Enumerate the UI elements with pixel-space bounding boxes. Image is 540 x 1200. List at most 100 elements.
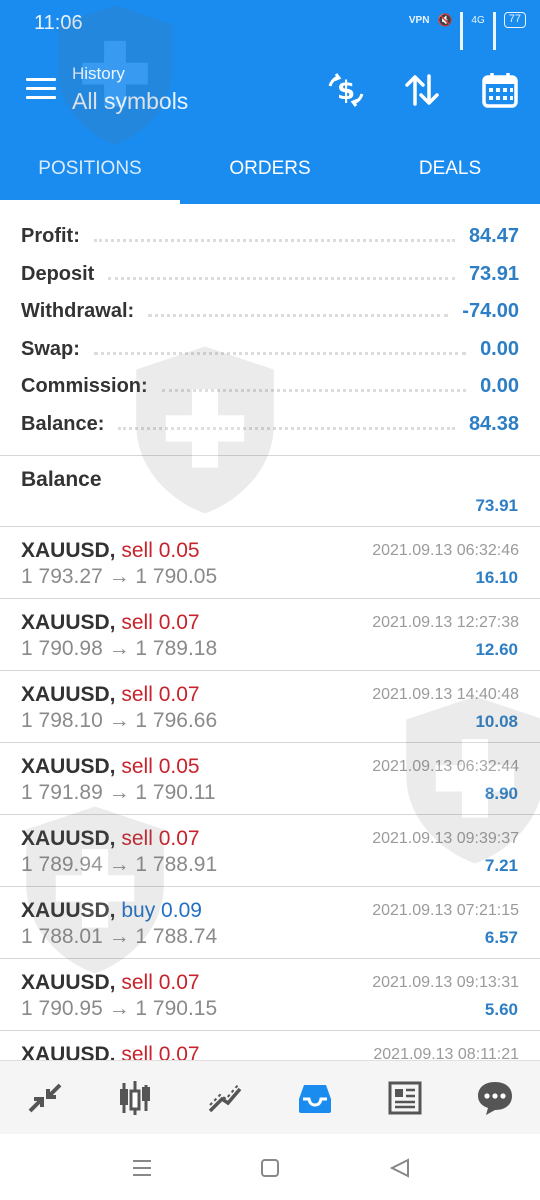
summary-value: 84.47 [468, 225, 519, 248]
page-subtitle: History [72, 64, 125, 83]
deal-symbol: XAUUSD, [21, 827, 116, 850]
deal-symbol-line: XAUUSD, sell 0.07 [21, 683, 200, 707]
deal-symbol: XAUUSD, [21, 899, 116, 922]
news-icon [388, 1081, 422, 1114]
summary-row-withdrawal: Withdrawal: -74.00 [0, 293, 540, 331]
deal-row[interactable]: XAUUSD, sell 0.07 1 790.95 → 1 790.15 20… [0, 959, 540, 1031]
deal-row[interactable]: XAUUSD, buy 0.09 1 788.01 → 1 788.74 202… [0, 887, 540, 959]
summary-panel: Profit: 84.47 Deposit 73.91 Withdrawal: … [0, 218, 540, 443]
nav-quotes[interactable] [0, 1061, 90, 1134]
deal-direction: sell 0.05 [121, 755, 200, 778]
dotted-leader [161, 389, 467, 393]
tab-orders[interactable]: ORDERS [180, 140, 360, 204]
summary-label: Commission: [21, 375, 148, 398]
deal-direction: sell 0.07 [121, 971, 200, 994]
deal-time: 2021.09.13 12:27:38 [372, 614, 519, 631]
summary-value: 73.91 [468, 262, 519, 285]
deal-row[interactable]: XAUUSD, sell 0.07 2021.09.13 08:11:21 [0, 1031, 540, 1060]
calendar-icon [482, 73, 518, 108]
trade-trend-icon [208, 1083, 242, 1112]
summary-row-balance: Balance: 84.38 [0, 406, 540, 444]
summary-label: Deposit [21, 262, 95, 285]
deal-row[interactable]: XAUUSD, sell 0.05 1 793.27 → 1 790.05 20… [0, 527, 540, 599]
currency-filter-button[interactable]: $ [326, 70, 366, 110]
status-time: 11:06 [34, 12, 83, 34]
deal-row[interactable]: XAUUSD, sell 0.07 1 790.98 → 1 789.18 20… [0, 599, 540, 671]
dotted-leader [118, 426, 455, 430]
deal-prices: 1 788.01 → 1 788.74 [21, 925, 218, 948]
deal-symbol-line: XAUUSD, sell 0.07 [21, 611, 200, 635]
back-icon[interactable] [388, 1156, 412, 1180]
battery-icon: 77 [503, 12, 526, 28]
dotted-leader [108, 276, 455, 280]
menu-icon [26, 78, 56, 81]
summary-value: 0.00 [480, 375, 519, 398]
deal-time: 2021.09.13 14:40:48 [372, 686, 519, 703]
recent-apps-icon[interactable] [130, 1156, 154, 1180]
deal-symbol: XAUUSD, [21, 1043, 116, 1060]
summary-value: -74.00 [462, 300, 519, 323]
sort-button[interactable] [402, 70, 442, 110]
deal-direction: sell 0.05 [121, 539, 200, 562]
nav-chart[interactable] [90, 1061, 180, 1134]
dotted-leader [93, 239, 455, 243]
deal-time: 2021.09.13 06:32:44 [372, 758, 519, 775]
tab-positions[interactable]: POSITIONS [0, 140, 180, 204]
deal-direction: sell 0.07 [121, 683, 200, 706]
deal-direction: sell 0.07 [121, 827, 200, 850]
deal-profit: 16.10 [475, 568, 518, 587]
deal-time: 2021.09.13 09:13:31 [372, 974, 519, 991]
deal-symbol-line: XAUUSD, sell 0.05 [21, 539, 200, 563]
summary-value: 84.38 [468, 412, 519, 435]
home-icon[interactable] [258, 1156, 282, 1180]
summary-label: Withdrawal: [21, 300, 135, 323]
calendar-button[interactable] [480, 70, 520, 110]
nav-messages[interactable] [450, 1061, 540, 1134]
balance-entry[interactable]: Balance 73.91 [0, 456, 540, 526]
nav-trade[interactable] [180, 1061, 270, 1134]
summary-row-deposit: Deposit 73.91 [0, 256, 540, 294]
network-type-label: 4G [471, 14, 485, 26]
menu-button[interactable] [26, 78, 56, 102]
nav-history[interactable] [270, 1061, 360, 1134]
mute-icon: 🔇 [437, 13, 453, 27]
deal-row[interactable]: XAUUSD, sell 0.05 1 791.89 → 1 790.11 20… [0, 743, 540, 815]
deal-symbol: XAUUSD, [21, 611, 116, 634]
signal-icon [460, 12, 464, 50]
status-icons: VPN 🔇 4G 77 [408, 12, 526, 50]
status-bar: 11:06 VPN 🔇 4G 77 [0, 0, 540, 50]
title-block: History All symbols [72, 64, 188, 115]
deal-profit: 12.60 [475, 640, 518, 659]
deal-prices: 1 789.94 → 1 788.91 [21, 853, 218, 876]
deal-prices: 1 791.89 → 1 790.11 [21, 781, 216, 804]
tab-bar: POSITIONS ORDERS DEALS [0, 140, 540, 204]
deal-prices: 1 790.98 → 1 789.18 [21, 637, 218, 660]
tab-deals[interactable]: DEALS [360, 140, 540, 204]
summary-label: Profit: [21, 225, 80, 248]
dotted-leader [93, 351, 467, 355]
deal-time: 2021.09.13 07:21:15 [372, 902, 519, 919]
nav-news[interactable] [360, 1061, 450, 1134]
deal-row[interactable]: XAUUSD, sell 0.07 1 798.10 → 1 796.66 20… [0, 671, 540, 743]
vpn-icon: VPN [408, 14, 430, 26]
dollar-exchange-icon: $ [328, 73, 364, 107]
sort-arrows-icon [405, 74, 439, 106]
chat-bubble-icon [478, 1081, 512, 1115]
summary-label: Balance: [21, 412, 105, 435]
deal-prices: 1 790.95 → 1 790.15 [21, 997, 218, 1020]
balance-value: 73.91 [475, 496, 518, 515]
deals-list[interactable]: XAUUSD, sell 0.05 1 793.27 → 1 790.05 20… [0, 527, 540, 1060]
deal-prices: 1 793.27 → 1 790.05 [21, 565, 218, 588]
deal-row[interactable]: XAUUSD, sell 0.07 1 789.94 → 1 788.91 20… [0, 815, 540, 887]
deal-time: 2021.09.13 09:39:37 [372, 830, 519, 847]
deal-profit: 7.21 [484, 856, 518, 875]
summary-label: Swap: [21, 337, 80, 360]
quotes-arrows-icon [28, 1083, 62, 1112]
app-header: 11:06 VPN 🔇 4G 77 History All symbols $ [0, 0, 540, 204]
system-navigation-bar [0, 1134, 540, 1200]
deal-time: 2021.09.13 08:11:21 [373, 1046, 519, 1060]
deal-symbol-line: XAUUSD, sell 0.07 [21, 971, 200, 995]
page-title[interactable]: All symbols [72, 88, 188, 115]
deal-symbol: XAUUSD, [21, 755, 116, 778]
candlestick-chart-icon [120, 1080, 150, 1115]
